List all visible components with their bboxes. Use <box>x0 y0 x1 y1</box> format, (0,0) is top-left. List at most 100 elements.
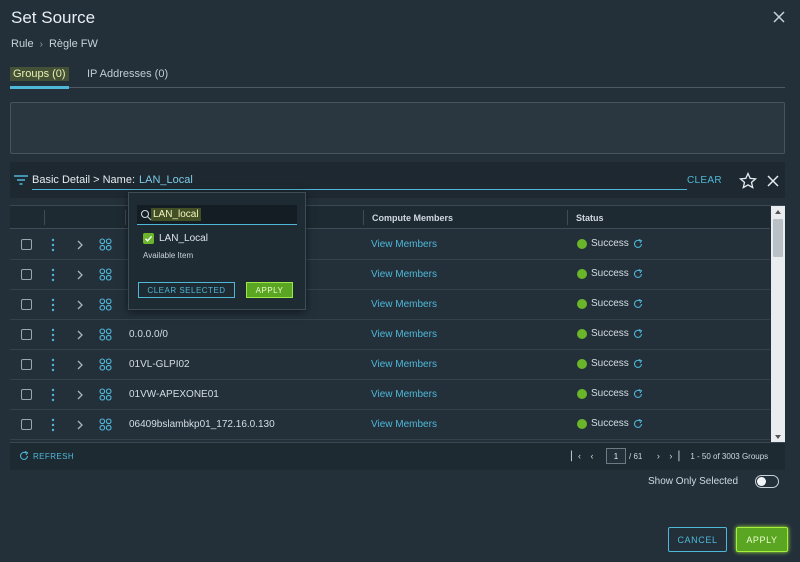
chevron-right-icon[interactable] <box>76 300 84 310</box>
kebab-menu-icon[interactable] <box>50 268 56 282</box>
scroll-up-icon[interactable] <box>775 210 781 214</box>
status-cell: Success <box>577 388 643 399</box>
kebab-menu-icon[interactable] <box>50 388 56 402</box>
refresh-icon[interactable] <box>633 298 643 309</box>
view-members-link[interactable]: View Members <box>371 359 437 370</box>
kebab-menu-icon[interactable] <box>50 328 56 342</box>
popup-option-lan-local[interactable]: LAN_Local <box>159 233 208 244</box>
view-members-link[interactable]: View Members <box>371 389 437 400</box>
page-number-input[interactable] <box>606 448 626 464</box>
refresh-icon[interactable] <box>633 418 643 429</box>
chevron-right-icon[interactable] <box>76 270 84 280</box>
group-name: 01VL-GLPI02 <box>129 359 190 370</box>
success-status-icon <box>577 328 587 339</box>
refresh-icon[interactable] <box>633 328 643 339</box>
scrollbar-thumb[interactable] <box>773 219 783 257</box>
filter-expression[interactable]: Basic Detail > Name: LAN_Local <box>32 174 193 186</box>
previous-page-icon[interactable]: ‹ <box>584 448 600 464</box>
kebab-menu-icon[interactable] <box>50 418 56 432</box>
success-status-icon <box>577 388 587 399</box>
refresh-icon <box>19 451 29 460</box>
first-page-icon[interactable]: ▏‹ <box>568 448 584 464</box>
group-icon <box>99 388 112 401</box>
close-icon[interactable] <box>767 175 779 187</box>
table-row: 06409bslambkp01_172.16.0.130 View Member… <box>10 410 770 440</box>
success-status-icon <box>577 418 587 429</box>
chevron-right-icon: › <box>39 38 43 50</box>
filter-underline <box>32 189 687 190</box>
status-cell: Success <box>577 358 643 369</box>
table-row: View Members Success <box>10 260 770 290</box>
chevron-right-icon[interactable] <box>76 360 84 370</box>
page-range-text: 1 - 50 of 3003 Groups <box>690 451 769 461</box>
status-text: Success <box>591 328 629 339</box>
kebab-menu-icon[interactable] <box>50 358 56 372</box>
clear-filter-link[interactable]: CLEAR <box>687 175 722 186</box>
last-page-icon[interactable]: ›▕ <box>666 448 682 464</box>
view-members-link[interactable]: View Members <box>371 329 437 340</box>
page-count: / 61 <box>629 451 643 461</box>
star-icon[interactable] <box>739 172 757 190</box>
refresh-icon[interactable] <box>633 388 643 399</box>
column-header-compute-members[interactable]: Compute Members <box>372 213 453 223</box>
popup-apply-button[interactable]: APPLY <box>246 282 293 298</box>
tab-groups[interactable]: Groups (0) <box>10 66 69 89</box>
view-members-link[interactable]: View Members <box>371 239 437 250</box>
refresh-icon[interactable] <box>633 238 643 249</box>
view-members-link[interactable]: View Members <box>371 299 437 310</box>
refresh-icon[interactable] <box>633 358 643 369</box>
close-icon[interactable] <box>771 9 787 25</box>
chevron-right-icon[interactable] <box>76 420 84 430</box>
row-checkbox[interactable] <box>21 329 32 340</box>
chevron-right-icon[interactable] <box>76 240 84 250</box>
row-checkbox[interactable] <box>21 359 32 370</box>
breadcrumb-rule-name: Règle FW <box>48 38 98 50</box>
status-cell: Success <box>577 418 643 429</box>
clear-selected-button[interactable]: CLEAR SELECTED <box>138 282 235 298</box>
grid-scrollbar[interactable] <box>771 206 785 442</box>
group-name: 06409bslambkp01_172.16.0.130 <box>129 419 275 430</box>
tab-ip-addresses[interactable]: IP Addresses (0) <box>86 66 168 88</box>
cancel-button[interactable]: CANCEL <box>668 527 727 552</box>
breadcrumb-rule[interactable]: Rule <box>11 38 34 50</box>
group-icon <box>99 268 112 281</box>
filter-icon[interactable] <box>14 175 28 185</box>
refresh-button[interactable]: REFRESH <box>19 451 74 461</box>
view-members-link[interactable]: View Members <box>371 269 437 280</box>
filter-bar: Basic Detail > Name: LAN_Local CLEAR <box>10 162 785 198</box>
checkbox-checked-icon[interactable] <box>143 233 154 244</box>
chevron-right-icon[interactable] <box>76 390 84 400</box>
column-header-status[interactable]: Status <box>576 213 604 223</box>
success-status-icon <box>577 268 587 279</box>
chevron-right-icon[interactable] <box>76 330 84 340</box>
table-row: 0.0.0.0/0 View Members Success <box>10 320 770 350</box>
group-icon <box>99 418 112 431</box>
view-members-link[interactable]: View Members <box>371 419 437 430</box>
status-text: Success <box>591 418 629 429</box>
scroll-down-icon[interactable] <box>775 435 781 439</box>
row-checkbox[interactable] <box>21 269 32 280</box>
row-checkbox[interactable] <box>21 299 32 310</box>
groups-grid: Compute Members Status View Members Succ… <box>10 205 785 443</box>
row-checkbox[interactable] <box>21 419 32 430</box>
filter-value: LAN_Local <box>139 174 193 186</box>
table-row: 01VL-GLPI02 View Members Success <box>10 350 770 380</box>
name-filter-popup: LAN_local LAN_Local Available Item CLEAR… <box>128 192 306 310</box>
apply-button[interactable]: APPLY <box>736 527 788 552</box>
kebab-menu-icon[interactable] <box>50 298 56 312</box>
refresh-label: REFRESH <box>33 451 75 461</box>
row-checkbox[interactable] <box>21 239 32 250</box>
row-checkbox[interactable] <box>21 389 32 400</box>
status-cell: Success <box>577 268 643 279</box>
status-cell: Success <box>577 298 643 309</box>
next-page-icon[interactable]: › <box>650 448 666 464</box>
refresh-icon[interactable] <box>633 268 643 279</box>
status-text: Success <box>591 388 629 399</box>
group-icon <box>99 298 112 311</box>
show-only-selected-toggle[interactable] <box>755 475 779 488</box>
tab-groups-label: Groups (0) <box>10 67 69 81</box>
status-text: Success <box>591 238 629 249</box>
column-divider <box>567 210 568 225</box>
popup-search-input[interactable]: LAN_local <box>137 205 297 225</box>
kebab-menu-icon[interactable] <box>50 238 56 252</box>
